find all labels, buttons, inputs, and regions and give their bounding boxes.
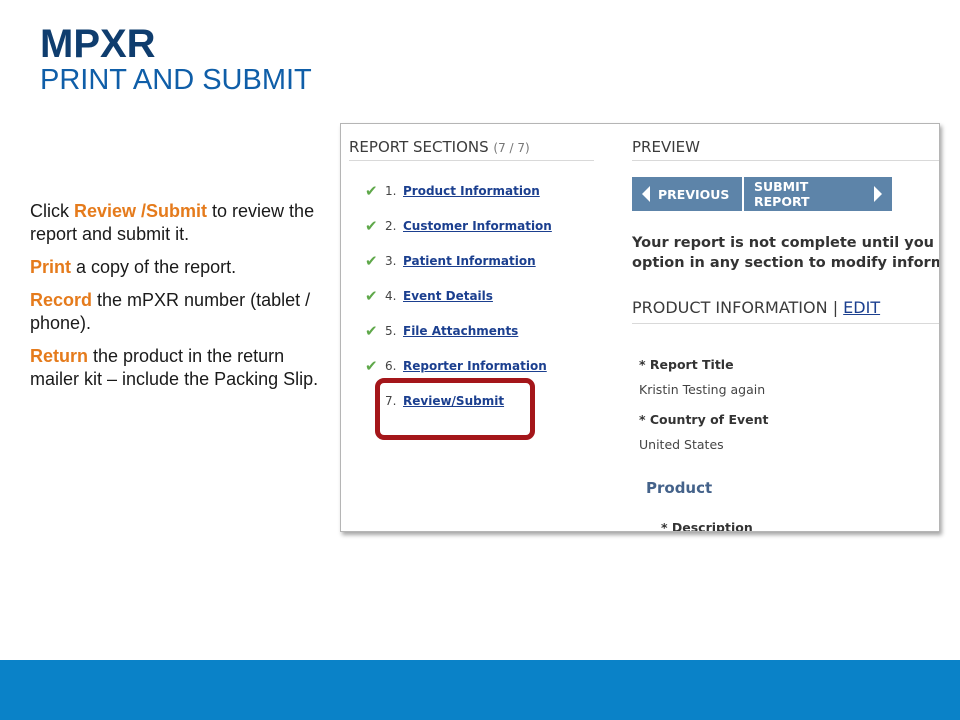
report-screenshot: REPORT SECTIONS (7 / 7) ✔ 1. Product Inf… [340,123,940,532]
instruction-print: Print a copy of the report. [30,257,237,277]
edit-link[interactable]: EDIT [843,298,880,317]
section-link[interactable]: File Attachments [403,324,518,338]
check-icon: ✔ [365,182,378,200]
report-sections-heading: REPORT SECTIONS (7 / 7) [349,138,594,161]
check-icon: ✔ [365,287,378,305]
submit-report-button[interactable]: SUBMIT REPORT [744,177,892,211]
footer-bar [0,660,960,720]
section-link[interactable]: Event Details [403,289,493,303]
sections-count: (7 / 7) [493,141,530,155]
section-item-event-details[interactable]: ✔ 4. Event Details [365,289,605,324]
product-information-heading: PRODUCT INFORMATION | EDIT [632,298,939,324]
report-title-label: * Report Title [639,357,734,372]
section-link[interactable]: Reporter Information [403,359,547,373]
instruction-return: Return the product in the return mailer … [30,346,319,389]
instruction-highlight: Print [30,257,72,277]
preview-heading: PREVIEW [632,138,939,161]
description-label: * Description [661,520,753,532]
instruction-record: Record the mPXR number (tablet / phone). [30,290,311,333]
section-item-file-attachments[interactable]: ✔ 5. File Attachments [365,324,605,359]
country-value: United States [639,437,724,452]
instruction-review: Click Review /Submit to review the repor… [30,201,315,244]
section-item-patient-information[interactable]: ✔ 3. Patient Information [365,254,605,289]
caret-left-icon [642,186,650,202]
section-link[interactable]: Product Information [403,184,540,198]
instruction-highlight: Review /Submit [74,201,208,221]
instructions-list: Click Review /Submit to review the repor… [30,200,330,401]
caret-right-icon [874,186,882,202]
section-link[interactable]: Customer Information [403,219,552,233]
instruction-highlight: Record [30,290,93,310]
section-link[interactable]: Patient Information [403,254,536,268]
check-icon: ✔ [365,322,378,340]
slide-subtitle: PRINT AND SUBMIT [40,64,312,96]
check-icon: ✔ [365,357,378,375]
product-subheading: Product [646,479,713,497]
section-item-customer-information[interactable]: ✔ 2. Customer Information [365,219,605,254]
previous-button[interactable]: PREVIOUS [632,177,742,211]
slide-title: MPXR [40,22,156,66]
country-label: * Country of Event [639,412,769,427]
check-icon: ✔ [365,217,378,235]
completion-note: Your report is not complete until you re… [632,235,940,271]
review-submit-highlight [375,378,535,440]
instruction-highlight: Return [30,346,88,366]
section-item-product-information[interactable]: ✔ 1. Product Information [365,184,605,219]
report-title-value: Kristin Testing again [639,382,766,397]
check-icon: ✔ [365,252,378,270]
